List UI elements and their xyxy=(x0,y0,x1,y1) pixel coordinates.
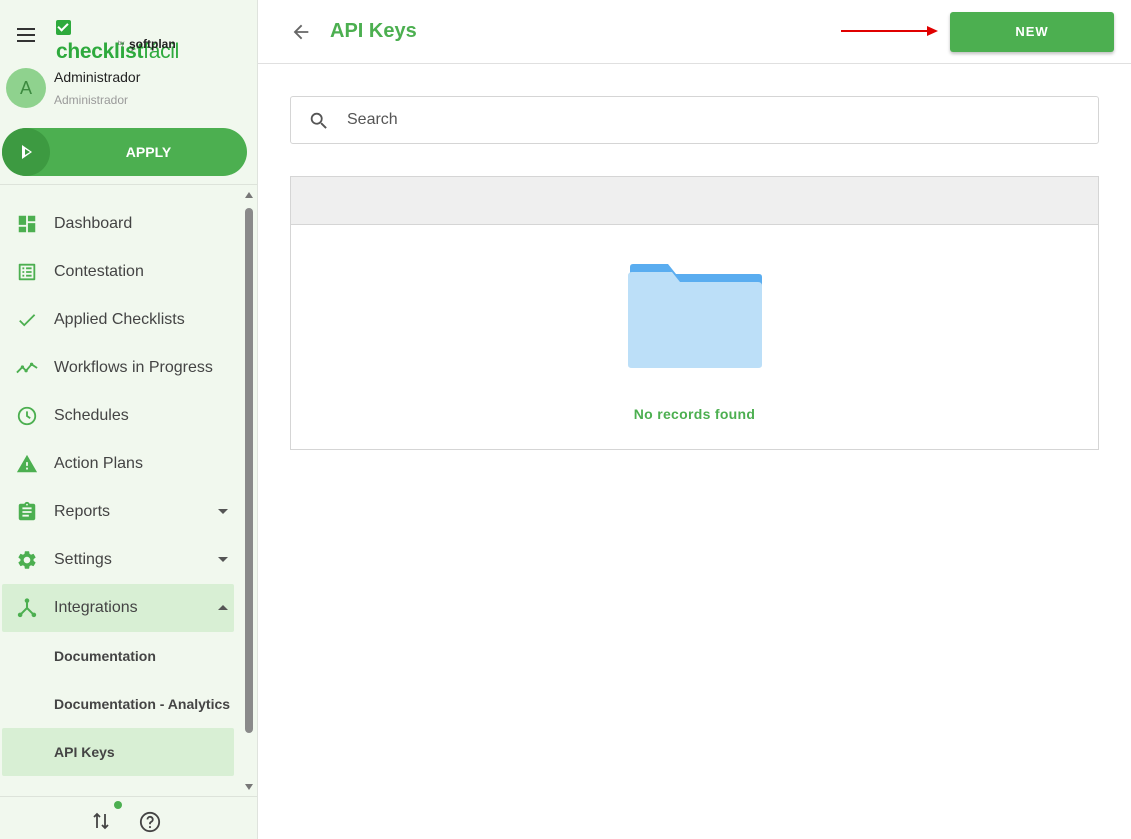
scroll-down-arrow-icon[interactable] xyxy=(245,784,253,790)
clipboard-icon xyxy=(18,501,36,521)
page-title: API Keys xyxy=(330,20,417,42)
user-profile[interactable]: A Administrador Administrador xyxy=(6,68,246,110)
sidebar-item-dashboard[interactable]: Dashboard xyxy=(2,200,234,248)
integrations-icon xyxy=(17,598,37,618)
check-icon xyxy=(19,314,36,327)
clock-icon xyxy=(17,406,37,426)
sidebar-item-label: Settings xyxy=(54,551,112,568)
list-icon xyxy=(18,263,36,281)
sidebar-subitem-documentation[interactable]: Documentation xyxy=(2,632,234,680)
apply-button[interactable]: APPLY xyxy=(2,128,247,176)
annotation-arrow xyxy=(841,26,938,36)
sidebar-item-label: Applied Checklists xyxy=(54,311,185,328)
chevron-down-icon xyxy=(218,509,228,514)
new-button[interactable]: NEW xyxy=(950,12,1114,52)
sidebar-item-label: Action Plans xyxy=(54,455,143,472)
sidebar-item-partial[interactable]: C xyxy=(2,784,234,795)
user-name: Administrador xyxy=(54,69,141,85)
scroll-up-arrow-icon[interactable] xyxy=(245,192,253,198)
sidebar-scrollbar[interactable] xyxy=(244,188,256,794)
brand-by: by xyxy=(118,41,125,47)
sidebar-item-applied-checklists[interactable]: Applied Checklists xyxy=(2,296,234,344)
sidebar-item-label: Integrations xyxy=(54,599,138,616)
sidebar: checklistfácil by şoftplan A Administrad… xyxy=(0,0,258,839)
records-table: No records found xyxy=(290,176,1099,450)
sidebar-item-label: Schedules xyxy=(54,407,129,424)
sidebar-item-label: Reports xyxy=(54,503,111,520)
sync-status-dot xyxy=(114,801,122,809)
scrollbar-thumb[interactable] xyxy=(245,208,253,733)
play-icon xyxy=(2,128,50,176)
sidebar-subitem-api-keys[interactable]: API Keys xyxy=(2,728,234,776)
sidebar-subitem-label: API Keys xyxy=(54,744,115,760)
gear-icon xyxy=(18,551,36,569)
dashboard-icon xyxy=(18,215,36,233)
warning-icon xyxy=(16,454,38,473)
chevron-up-icon xyxy=(218,605,228,610)
empty-state-message: No records found xyxy=(633,406,756,422)
back-arrow-icon[interactable] xyxy=(290,21,312,43)
sidebar-item-label: C xyxy=(54,784,66,795)
search-icon xyxy=(310,112,327,129)
menu-icon[interactable] xyxy=(14,24,38,46)
search-input[interactable] xyxy=(347,105,1067,135)
apply-label: APPLY xyxy=(125,144,172,160)
sidebar-subitem-documentation-analytics[interactable]: Documentation - Analytics xyxy=(2,680,234,728)
chevron-down-icon xyxy=(218,557,228,562)
user-role: Administrador xyxy=(54,93,129,107)
table-header xyxy=(291,177,1098,225)
sidebar-subitem-label: Documentation - Analytics xyxy=(54,696,231,712)
brand-logo: checklistfácil by şoftplan xyxy=(56,16,196,63)
sidebar-item-reports[interactable]: Reports xyxy=(2,488,234,536)
help-icon[interactable] xyxy=(139,811,161,833)
sidebar-footer xyxy=(0,796,257,839)
sidebar-item-label: Contestation xyxy=(54,263,144,280)
sidebar-item-contestation[interactable]: Contestation xyxy=(2,248,234,296)
sidebar-item-label: Dashboard xyxy=(54,215,133,232)
empty-folder-icon xyxy=(628,264,762,368)
logo-check-icon xyxy=(56,20,71,35)
brand-sub: şoftplan xyxy=(129,37,176,51)
sidebar-nav: Dashboard Contestation Applied Checklist… xyxy=(0,185,243,795)
sidebar-item-schedules[interactable]: Schedules xyxy=(2,392,234,440)
sidebar-item-workflows[interactable]: Workflows in Progress xyxy=(2,344,234,392)
sidebar-item-label: Workflows in Progress xyxy=(54,359,213,376)
sync-arrows-icon[interactable] xyxy=(92,811,110,831)
sidebar-item-action-plans[interactable]: Action Plans xyxy=(2,440,234,488)
search-box[interactable] xyxy=(290,96,1099,144)
trend-icon xyxy=(16,362,38,374)
sidebar-subitem-label: Documentation xyxy=(54,648,156,664)
page-header: API Keys NEW xyxy=(258,0,1131,64)
avatar: A xyxy=(6,68,46,108)
sidebar-item-integrations[interactable]: Integrations xyxy=(2,584,234,632)
sidebar-item-settings[interactable]: Settings xyxy=(2,536,234,584)
